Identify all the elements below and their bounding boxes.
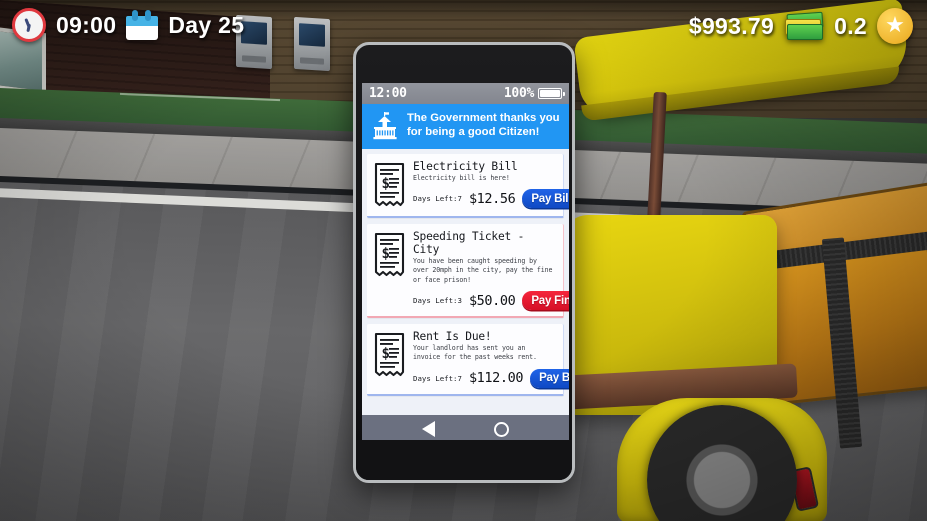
cash-stack-icon: [784, 11, 824, 40]
days-left-label: Days Left:7: [413, 194, 462, 204]
days-left-label: Days Left:3: [413, 296, 462, 306]
bill-amount: $12.56: [468, 190, 516, 207]
government-banner-text: The Government thanks you for being a go…: [407, 112, 560, 140]
government-banner: The Government thanks you for being a go…: [362, 104, 569, 149]
bill-list: $ Electricity Bill Electricity bill is h…: [362, 149, 569, 415]
status-bar-time: 12:00: [369, 86, 407, 101]
hud-money-amount: $993.79: [688, 12, 775, 39]
days-left-label: Days Left:7: [413, 373, 462, 383]
bill-description: Electricity bill is here!: [413, 174, 510, 182]
pay-bill-button[interactable]: Pay Bill: [522, 189, 569, 209]
game-scene: 09:00 Day 25 $993.79 0.2 ★ 12:00 100% Th…: [0, 0, 927, 521]
svg-text:$: $: [382, 246, 390, 262]
phone-bottom-bezel: [356, 440, 572, 480]
android-nav-bar: [362, 415, 569, 443]
hud-time: 09:00: [56, 11, 117, 38]
battery-full-icon: [538, 88, 565, 99]
pay-fine-button[interactable]: Pay Fine: [522, 291, 569, 311]
hud-day-counter: Day 25: [168, 11, 245, 38]
bill-action-row: Days Left:3 $50.00 Pay Fine: [413, 291, 569, 311]
bill-amount: $50.00: [468, 292, 516, 309]
star-icon: ★: [877, 8, 913, 44]
clock-icon: [12, 8, 46, 42]
banner-line-1: The Government thanks you: [407, 112, 560, 125]
bill-title: Rent Is Due!: [413, 330, 492, 344]
game-hud: 09:00 Day 25 $993.79 0.2 ★: [0, 0, 927, 52]
phone-status-bar: 12:00 100%: [362, 83, 569, 104]
government-building-icon: [370, 111, 400, 141]
hud-left-group: 09:00 Day 25: [12, 8, 244, 42]
hud-rating-value: 0.2: [834, 12, 867, 39]
svg-text:$: $: [382, 176, 390, 192]
in-game-phone[interactable]: 12:00 100% The Government thanks you for…: [353, 42, 575, 483]
calendar-icon: [126, 10, 159, 40]
bill-content: Rent Is Due! Your landlord has sent you …: [413, 330, 569, 388]
pay-bill-button[interactable]: Pay Bill: [530, 368, 569, 388]
bill-amount: $112.00: [468, 370, 524, 387]
home-circle-icon[interactable]: [494, 421, 510, 437]
bill-title: Electricity Bill: [413, 160, 518, 173]
yellow-tuktuk-vehicle: [546, 0, 927, 521]
receipt-icon: $: [373, 232, 406, 280]
bill-title: Speeding Ticket - City: [413, 230, 525, 256]
bill-card-rent[interactable]: $ Rent Is Due! Your landlord has sent yo…: [367, 324, 569, 396]
banner-line-2: for being a good Citizen!: [407, 126, 540, 138]
hud-right-group: $993.79 0.2 ★: [689, 8, 913, 44]
receipt-icon: $: [373, 332, 406, 380]
bill-action-row: Days Left:7 $12.56 Pay Bill: [413, 189, 569, 209]
battery-percent-label: 100%: [503, 86, 534, 101]
bill-description: Your landlord has sent you an invoice fo…: [413, 344, 537, 362]
svg-text:$: $: [382, 346, 390, 362]
bill-description: You have been caught speeding by over 20…: [413, 257, 553, 284]
bill-content: Speeding Ticket - City You have been cau…: [413, 230, 569, 311]
bill-content: Electricity Bill Electricity bill is her…: [413, 160, 569, 210]
bill-action-row: Days Left:7 $112.00 Pay Bill: [413, 368, 569, 388]
status-bar-right: 100%: [503, 86, 565, 101]
bill-card-speeding-ticket[interactable]: $ Speeding Ticket - City You have been c…: [367, 224, 569, 319]
back-triangle-icon[interactable]: [421, 421, 435, 437]
bill-card-electricity[interactable]: $ Electricity Bill Electricity bill is h…: [367, 154, 569, 218]
receipt-icon: $: [373, 162, 406, 210]
phone-screen: 12:00 100% The Government thanks you for…: [362, 83, 569, 443]
